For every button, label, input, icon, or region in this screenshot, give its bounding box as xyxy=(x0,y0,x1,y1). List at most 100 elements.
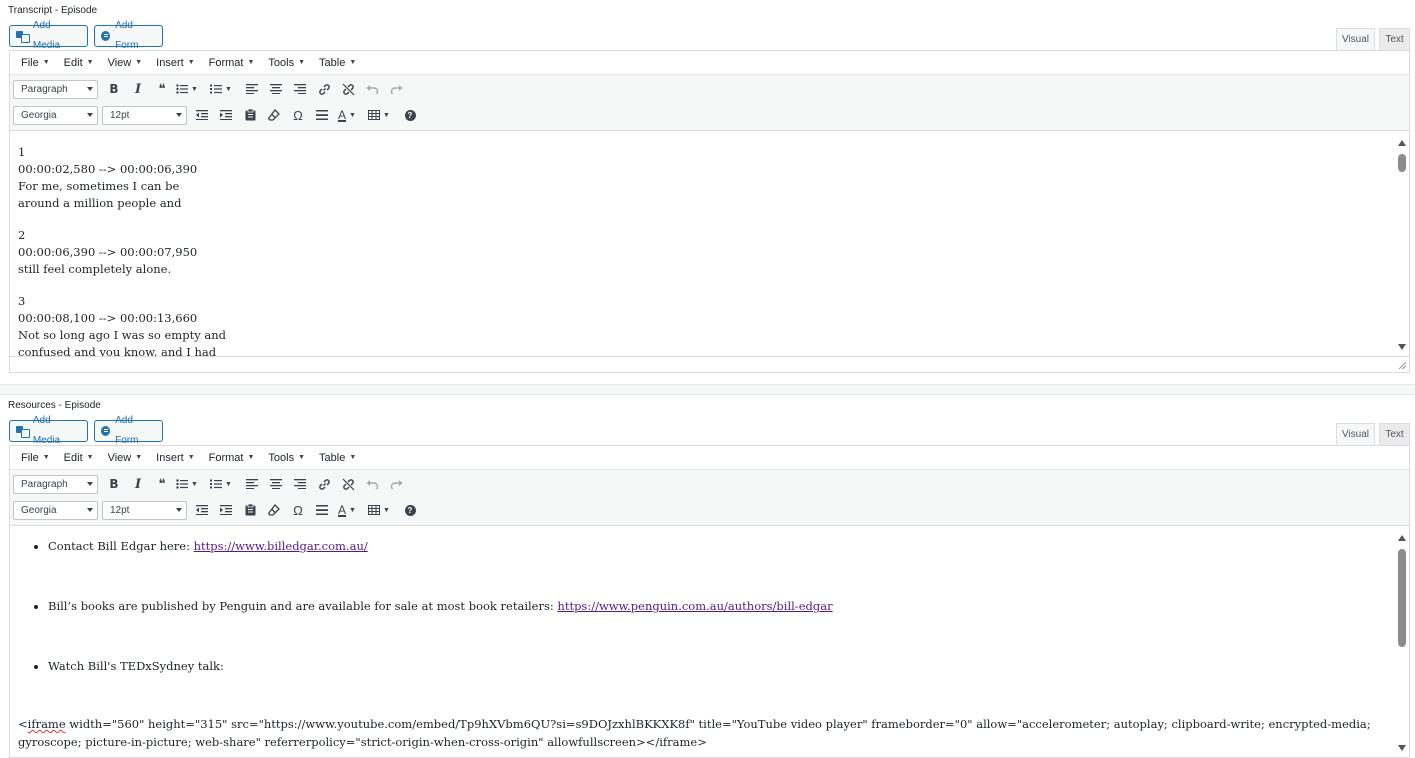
clear-formatting-button[interactable] xyxy=(262,104,286,126)
blockquote-button[interactable]: ❝ xyxy=(150,473,174,495)
menu-view[interactable]: View ▼ xyxy=(105,57,146,69)
toolbar-row-1: Paragraph B I ❝ ▼ ▼ xyxy=(10,471,408,497)
caret-down-icon: ▼ xyxy=(298,59,306,66)
table-button[interactable]: ▼ xyxy=(366,499,392,521)
align-left-icon xyxy=(246,479,258,489)
resource-link[interactable]: https://www.billedgar.com.au/ xyxy=(194,539,368,553)
tab-text[interactable]: Text xyxy=(1379,423,1410,445)
table-button[interactable]: ▼ xyxy=(366,104,392,126)
editor-content[interactable]: 1 00:00:02,580 --> 00:00:06,390 For me, … xyxy=(10,132,1395,356)
caret-down-icon: ▼ xyxy=(135,454,143,461)
align-center-button[interactable] xyxy=(264,78,288,100)
help-button[interactable]: ? xyxy=(398,104,422,126)
add-form-button[interactable]: Add Form xyxy=(94,415,163,446)
special-character-button[interactable]: Ω xyxy=(286,104,310,126)
unlink-icon xyxy=(342,83,354,95)
outdent-button[interactable] xyxy=(190,499,214,521)
menu-label: File xyxy=(21,56,39,69)
scroll-up-icon[interactable] xyxy=(1398,140,1406,146)
bullet-list-icon xyxy=(176,479,189,489)
caret-down-icon: ▼ xyxy=(225,85,232,93)
insert-link-button[interactable] xyxy=(312,473,336,495)
bold-icon: B xyxy=(109,477,119,491)
scroll-up-icon[interactable] xyxy=(1398,535,1406,541)
tab-visual[interactable]: Visual xyxy=(1336,423,1375,445)
resource-link[interactable]: https://www.penguin.com.au/authors/bill-… xyxy=(557,599,832,613)
paste-text-button[interactable] xyxy=(238,499,262,521)
align-right-button[interactable] xyxy=(288,78,312,100)
special-character-button[interactable]: Ω xyxy=(286,499,310,521)
undo-button[interactable] xyxy=(360,473,384,495)
insert-link-button[interactable] xyxy=(312,78,336,100)
align-center-button[interactable] xyxy=(264,473,288,495)
block-format-select[interactable]: Paragraph xyxy=(13,79,98,99)
bullet-list-button[interactable]: ▼ xyxy=(174,78,200,100)
tab-visual[interactable]: Visual xyxy=(1336,28,1375,50)
font-family-select[interactable]: Georgia xyxy=(13,105,98,125)
numbered-list-button[interactable]: ▼ xyxy=(208,473,234,495)
font-size-select[interactable]: 12pt xyxy=(102,500,187,520)
redo-button[interactable] xyxy=(384,473,408,495)
menu-tools[interactable]: Tools ▼ xyxy=(265,452,308,464)
indent-button[interactable] xyxy=(214,104,238,126)
menu-view[interactable]: View ▼ xyxy=(105,452,146,464)
clear-formatting-button[interactable] xyxy=(262,499,286,521)
menu-file[interactable]: File ▼ xyxy=(18,57,53,69)
help-button[interactable]: ? xyxy=(398,499,422,521)
block-format-select[interactable]: Paragraph xyxy=(13,474,98,494)
italic-button[interactable]: I xyxy=(126,473,150,495)
paste-text-button[interactable] xyxy=(238,104,262,126)
bold-button[interactable]: B xyxy=(102,473,126,495)
remove-link-button[interactable] xyxy=(336,473,360,495)
redo-icon xyxy=(390,480,402,489)
remove-link-button[interactable] xyxy=(336,78,360,100)
scrollbar[interactable] xyxy=(1395,132,1409,356)
scrollbar[interactable] xyxy=(1395,527,1409,757)
numbered-list-button[interactable]: ▼ xyxy=(208,78,234,100)
font-size-value: 12pt xyxy=(110,109,130,121)
redo-button[interactable] xyxy=(384,78,408,100)
resize-handle-icon[interactable] xyxy=(1399,362,1406,369)
resources-section: Resources - Episode Add Media Add Form V… xyxy=(0,395,1415,758)
align-left-button[interactable] xyxy=(240,78,264,100)
add-media-button[interactable]: Add Media xyxy=(9,415,88,446)
tab-text[interactable]: Text xyxy=(1379,28,1410,50)
outdent-button[interactable] xyxy=(190,104,214,126)
menu-table[interactable]: Table ▼ xyxy=(316,452,359,464)
text-color-button[interactable]: A ▼ xyxy=(334,104,360,126)
indent-button[interactable] xyxy=(214,499,238,521)
undo-icon xyxy=(366,85,378,94)
menu-format[interactable]: Format ▼ xyxy=(206,452,258,464)
font-size-select[interactable]: 12pt xyxy=(102,105,187,125)
menu-edit[interactable]: Edit ▼ xyxy=(61,57,97,69)
text-color-button[interactable]: A ▼ xyxy=(334,499,360,521)
editor-content[interactable]: Contact Bill Edgar here: https://www.bil… xyxy=(10,527,1395,757)
menu-edit[interactable]: Edit ▼ xyxy=(61,452,97,464)
add-media-button[interactable]: Add Media xyxy=(9,20,88,51)
menu-label: File xyxy=(21,451,39,464)
menu-insert[interactable]: Insert ▼ xyxy=(153,57,197,69)
transcript-line: 2 xyxy=(18,228,26,242)
align-left-button[interactable] xyxy=(240,473,264,495)
undo-button[interactable] xyxy=(360,78,384,100)
scrollbar-thumb[interactable] xyxy=(1398,154,1406,172)
caret-down-icon: ▼ xyxy=(187,454,195,461)
menu-tools[interactable]: Tools ▼ xyxy=(265,57,308,69)
bold-button[interactable]: B xyxy=(102,78,126,100)
blockquote-button[interactable]: ❝ xyxy=(150,78,174,100)
menu-table[interactable]: Table ▼ xyxy=(316,57,359,69)
italic-button[interactable]: I xyxy=(126,78,150,100)
menu-file[interactable]: File ▼ xyxy=(18,452,53,464)
caret-down-icon: ▼ xyxy=(247,59,255,66)
font-family-select[interactable]: Georgia xyxy=(13,500,98,520)
scroll-down-icon[interactable] xyxy=(1398,745,1406,751)
align-right-button[interactable] xyxy=(288,473,312,495)
bullet-list-button[interactable]: ▼ xyxy=(174,473,200,495)
scrollbar-thumb[interactable] xyxy=(1398,549,1406,647)
menu-format[interactable]: Format ▼ xyxy=(206,57,258,69)
scroll-down-icon[interactable] xyxy=(1398,344,1406,350)
add-form-button[interactable]: Add Form xyxy=(94,20,163,51)
menu-insert[interactable]: Insert ▼ xyxy=(153,452,197,464)
horizontal-line-button[interactable] xyxy=(310,499,334,521)
horizontal-line-button[interactable] xyxy=(310,104,334,126)
